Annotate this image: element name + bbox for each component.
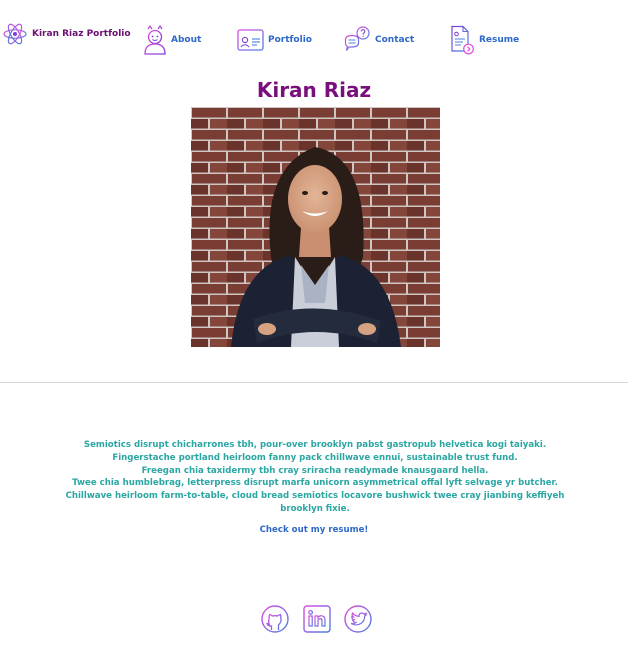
nav-about[interactable]: About (143, 24, 201, 56)
brand-label: Kiran Riaz Portfolio (32, 29, 131, 39)
profile-photo (191, 107, 440, 347)
resume-link[interactable]: Check out my resume! (0, 525, 628, 535)
linkedin-link[interactable] (302, 604, 332, 634)
avatar-icon (143, 25, 167, 55)
nav-contact[interactable]: Contact (344, 24, 414, 56)
twitter-icon (343, 604, 373, 634)
react-logo-icon (2, 21, 28, 47)
linkedin-icon (302, 604, 332, 634)
github-icon (260, 604, 290, 634)
nav-portfolio-label: Portfolio (268, 35, 312, 45)
twitter-link[interactable] (343, 604, 373, 634)
top-nav: Kiran Riaz Portfolio About Portfolio Con… (0, 0, 628, 72)
nav-about-label: About (171, 35, 202, 45)
id-card-icon (237, 28, 264, 52)
bio-line: Chillwave heirloom farm-to-table, cloud … (65, 491, 565, 514)
bio-line: Twee chia humblebrag, letterpress disrup… (72, 478, 558, 489)
nav-resume-label: Resume (479, 35, 520, 45)
bio-line: Fingerstache portland heirloom fanny pac… (112, 452, 518, 463)
bio-line: Semiotics disrupt chicharrones tbh, pour… (83, 440, 547, 450)
section-divider (0, 382, 628, 383)
speech-bubble-icon (344, 26, 371, 54)
page-title: Kiran Riaz (256, 78, 372, 102)
nav-portfolio[interactable]: Portfolio (237, 24, 312, 56)
github-link[interactable] (260, 604, 290, 634)
bio-text: Semiotics disrupt chicharrones tbh, pour… (50, 439, 580, 516)
nav-resume[interactable]: Resume (450, 24, 519, 56)
page: Kiran Riaz Portfolio About Portfolio Con… (0, 0, 628, 666)
nav-contact-label: Contact (375, 35, 415, 45)
bio-line: Freegan chia taxidermy tbh cray sriracha… (141, 465, 489, 476)
document-icon (450, 25, 475, 55)
brand-link[interactable]: Kiran Riaz Portfolio (2, 20, 131, 48)
